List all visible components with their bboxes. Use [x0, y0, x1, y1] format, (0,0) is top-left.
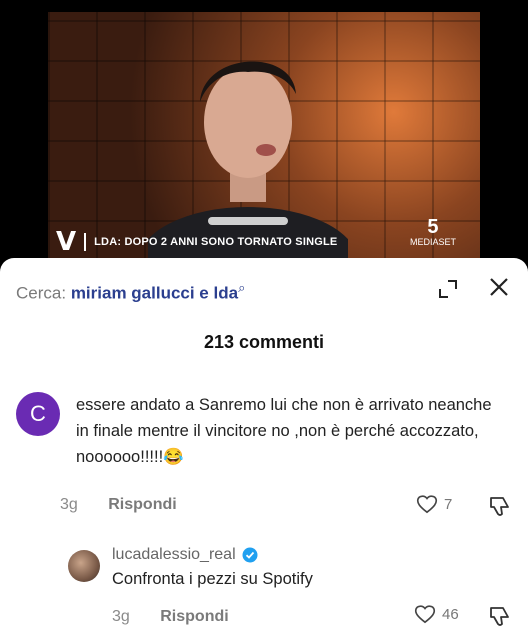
expand-icon[interactable]	[437, 278, 459, 300]
video-caption: V LDA: DOPO 2 ANNI SONO TORNATO SINGLE	[56, 227, 337, 257]
reply-meta: 3g Rispondi	[112, 608, 229, 626]
comments-sheet: Cerca: miriam gallucci e lda⌕ 213 commen…	[0, 258, 528, 640]
search-icon: ⌕	[238, 280, 246, 295]
like-button[interactable]: 7	[416, 494, 452, 514]
like-count: 7	[444, 495, 453, 513]
heart-icon	[414, 605, 436, 624]
avatar[interactable]	[68, 550, 100, 582]
comment-meta: 3g Rispondi	[60, 496, 177, 514]
close-icon[interactable]	[488, 276, 510, 298]
search-query[interactable]: miriam gallucci e lda	[71, 284, 238, 303]
program-logo: V	[56, 227, 77, 257]
reply-button[interactable]: Rispondi	[108, 496, 176, 513]
comments-count: 213 commenti	[203, 332, 325, 352]
channel-logo: 5 MEDIASET	[409, 216, 456, 247]
like-count: 46	[442, 605, 459, 623]
dislike-icon[interactable]	[488, 494, 512, 518]
reply-time: 3g	[112, 608, 130, 625]
comment-time: 3g	[60, 496, 78, 513]
reply-button[interactable]: Rispondi	[160, 608, 228, 625]
dislike-icon[interactable]	[488, 604, 512, 628]
video-frame: V LDA: DOPO 2 ANNI SONO TORNATO SINGLE 5…	[48, 12, 480, 262]
verified-badge-icon	[242, 547, 258, 563]
comment-text: essere andato a Sanremo lui che non è ar…	[76, 396, 492, 466]
search-suggestion[interactable]: Cerca: miriam gallucci e lda⌕	[16, 280, 245, 304]
caption-text: LDA: DOPO 2 ANNI SONO TORNATO SINGLE	[94, 236, 338, 248]
reply-text: Confronta i pezzi su Spotify	[112, 570, 313, 588]
search-label: Cerca:	[16, 283, 67, 303]
heart-icon	[416, 495, 438, 514]
like-button[interactable]: 46	[414, 604, 459, 624]
username[interactable]: lucadalessio_real	[112, 546, 236, 564]
avatar[interactable]: C	[16, 392, 60, 436]
video-player[interactable]: V LDA: DOPO 2 ANNI SONO TORNATO SINGLE 5…	[0, 0, 528, 262]
reply-author[interactable]: lucadalessio_real	[112, 546, 258, 564]
